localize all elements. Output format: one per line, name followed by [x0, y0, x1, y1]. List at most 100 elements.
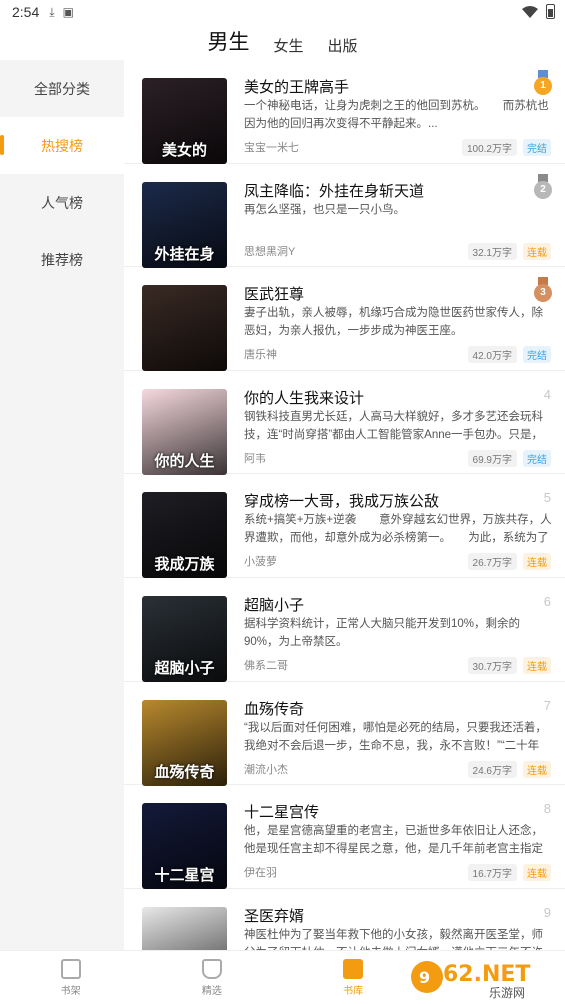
category-sidebar: 全部分类 热搜榜 人气榜 推荐榜 [0, 60, 124, 950]
book-cover[interactable] [142, 906, 227, 950]
svg-text:9: 9 [419, 968, 430, 987]
book-description: 妻子出轨，亲人被辱，机缘巧合成为隐世医药世家传人，除恶妇，为亲人报仇，一步步成为… [244, 307, 543, 338]
book-item[interactable]: 你的人生 你的人生我来设计 钢铁科技直男尤长廷，人高马大样貌好，多才多艺还会玩科技，… [124, 371, 565, 475]
sidebar-item-recommended[interactable]: 推荐榜 [0, 231, 124, 288]
book-author: 宝宝一米七 [244, 142, 299, 154]
watermark-logo: 9 62.NET 乐游网 [411, 961, 530, 1000]
medal-rank-number: 2 [534, 180, 552, 199]
book-author: 伊在羽 [244, 867, 277, 880]
book-cover[interactable]: 超脑小子 [142, 595, 227, 682]
download-icon: ⤓ [49, 4, 55, 19]
cover-title-art: 外挂在身 [154, 244, 215, 263]
cover-title-art: 我成万族 [154, 555, 215, 574]
word-count-badge: 26.7万字 [467, 553, 517, 571]
nav-library[interactable]: 书库 [283, 951, 424, 1004]
book-list: 美女的 美女的王牌高手一个神秘电话，让身为虎刺之王的他回到苏杭。 而苏杭也因为他的… [124, 60, 565, 950]
nav-featured[interactable]: 精选 [141, 951, 282, 1004]
book-title[interactable]: 圣医弃婿 [244, 905, 304, 926]
rank-medal-icon: 1 [533, 70, 553, 96]
cover-title-art: 美女的 [161, 141, 207, 159]
book-title[interactable]: 医武狂尊 [244, 283, 304, 304]
book-author: 小菠萝 [244, 556, 277, 569]
rank-number: 6 [543, 593, 551, 609]
book-cover[interactable]: 血殇传奇 [142, 699, 227, 786]
book-title[interactable]: 十二星宫传 [244, 801, 319, 822]
book-item[interactable]: 我成万族 穿成榜一大哥，我成万族公敌系统+搞笑+万族+逆袭 意外穿越玄幻世界，万族… [124, 474, 565, 579]
book-author: 佛系二哥 [244, 659, 288, 672]
nav-bookshelf-label: 书架 [60, 985, 81, 997]
status-badge: 连载 [523, 864, 551, 882]
book-description: 再怎么坚强，也只是一只小鸟。 [244, 203, 405, 216]
status-badge: 完结 [523, 346, 551, 364]
medal-rank-number: 3 [534, 284, 552, 303]
rank-number: 8 [543, 801, 551, 817]
status-badge: 连载 [523, 656, 551, 674]
wifi-icon [522, 5, 538, 18]
rank-number: 4 [543, 386, 551, 402]
library-icon [343, 958, 364, 979]
book-title[interactable]: 穿成榜一大哥，我成万族公敌 [244, 490, 439, 511]
book-item[interactable]: 美女的 美女的王牌高手一个神秘电话，让身为虎刺之王的他回到苏杭。 而苏杭也因为他的… [124, 60, 565, 164]
word-count-badge: 24.6万字 [467, 760, 517, 778]
rank-medal-icon: 2 [533, 173, 553, 200]
tab-female[interactable]: 女生 [273, 35, 303, 60]
word-count-badge: 100.2万字 [461, 139, 517, 156]
word-count-badge: 42.0万字 [467, 346, 517, 364]
svg-text:62.NET: 62.NET [443, 962, 530, 987]
battery-icon [546, 4, 555, 19]
book-cover[interactable]: 十二星宫 [142, 803, 227, 890]
tab-male[interactable]: 男生 [207, 26, 249, 60]
book-description: 他，是星宫德高望重的老宫主，已逝世多年依旧让人还念，他是现任宫主却不得星民之意，… [244, 825, 543, 856]
status-badge: 完结 [523, 449, 551, 467]
book-cover[interactable] [142, 285, 227, 372]
book-author: 潮流小杰 [244, 763, 288, 776]
book-description: 一个神秘电话，让身为虎刺之王的他回到苏杭。 而苏杭也因为他的回归再次变得不平静起… [244, 100, 549, 130]
book-item[interactable]: 圣医弃婿神医杜仲为了娶当年救下他的小女孩，毅然离开医圣堂，师父为了留下杜仲，不让… [124, 889, 565, 950]
status-bar: 2:54 ⤓ ▣ [0, 0, 565, 24]
nav-library-label: 书库 [343, 985, 364, 997]
bookshelf-icon [60, 958, 81, 979]
word-count-badge: 16.7万字 [467, 864, 517, 882]
word-count-badge: 69.9万字 [467, 449, 517, 467]
book-title[interactable]: 血殇传奇 [244, 698, 304, 719]
status-time: 2:54 [12, 4, 40, 20]
featured-icon [201, 958, 222, 979]
book-cover[interactable]: 美女的 [142, 78, 227, 164]
book-title[interactable]: 美女的王牌高手 [244, 76, 349, 97]
rank-number: 9 [543, 904, 551, 920]
sidebar-item-popular[interactable]: 人气榜 [0, 174, 124, 231]
status-badge: 连载 [523, 553, 551, 571]
gender-tabs: 男生 女生 出版 [0, 28, 565, 60]
tab-publish[interactable]: 出版 [328, 35, 358, 60]
book-item[interactable]: 医武狂尊妻子出轨，亲人被辱，机缘巧合成为隐世医药世家传人，除恶妇，为亲人报仇，一… [124, 267, 565, 372]
status-badge: 连载 [523, 760, 551, 778]
sidebar-item-hot-search[interactable]: 热搜榜 [0, 117, 124, 174]
word-count-badge: 30.7万字 [467, 656, 517, 674]
rank-number: 5 [543, 490, 551, 506]
status-badge: 连载 [523, 242, 551, 260]
cover-title-art: 你的人生 [154, 451, 215, 470]
nav-featured-label: 精选 [201, 985, 222, 997]
book-item[interactable]: 十二星宫 十二星宫传他，是星宫德高望重的老宫主，已逝世多年依旧让人还念，他是现任宫… [124, 785, 565, 890]
book-item[interactable]: 血殇传奇 血殇传奇 “我以后面对任何困难，哪怕是必死的结局，只要我还活着，我绝对不会… [124, 682, 565, 786]
book-title[interactable]: 凤主降临：外挂在身斩天道 [244, 180, 424, 201]
rank-medal-icon: 3 [533, 277, 553, 303]
book-author: 唐乐神 [244, 349, 277, 362]
book-title[interactable]: 你的人生我来设计 [244, 387, 364, 408]
book-cover[interactable]: 我成万族 [142, 492, 227, 579]
app-notification-icon: ▣ [62, 5, 74, 19]
svg-text:乐游网: 乐游网 [489, 986, 525, 1000]
book-cover[interactable]: 你的人生 [142, 388, 227, 475]
book-author: 思想黑洞Y [244, 245, 296, 258]
book-item[interactable]: 外挂在身 凤主降临：外挂在身斩天道 再怎么坚强，也只是一只小鸟。 思想黑洞Y 32.1万… [124, 164, 565, 268]
nav-bookshelf[interactable]: 书架 [0, 951, 141, 1004]
rank-number: 7 [543, 697, 551, 713]
book-description: “我以后面对任何困难，哪怕是必死的结局，只要我还活着，我绝对不会后退一步，生命不… [244, 721, 547, 752]
book-description: 系统+搞笑+万族+逆袭 意外穿越玄幻世界，万族共存，人界遭欺，而他，却意外成为必… [244, 514, 552, 545]
book-cover[interactable]: 外挂在身 [142, 181, 227, 268]
book-item[interactable]: 超脑小子 超脑小子 据科学资料统计，正常人大脑只能开发到10%，剩余的90%，为上帝… [124, 578, 565, 682]
sidebar-item-all[interactable]: 全部分类 [0, 60, 124, 117]
medal-rank-number: 1 [534, 77, 552, 95]
book-description: 钢铁科技直男尤长廷，人高马大样貌好，多才多艺还会玩科技，连“时尚穿搭”都由人工智… [244, 410, 544, 441]
book-title[interactable]: 超脑小子 [244, 594, 304, 615]
